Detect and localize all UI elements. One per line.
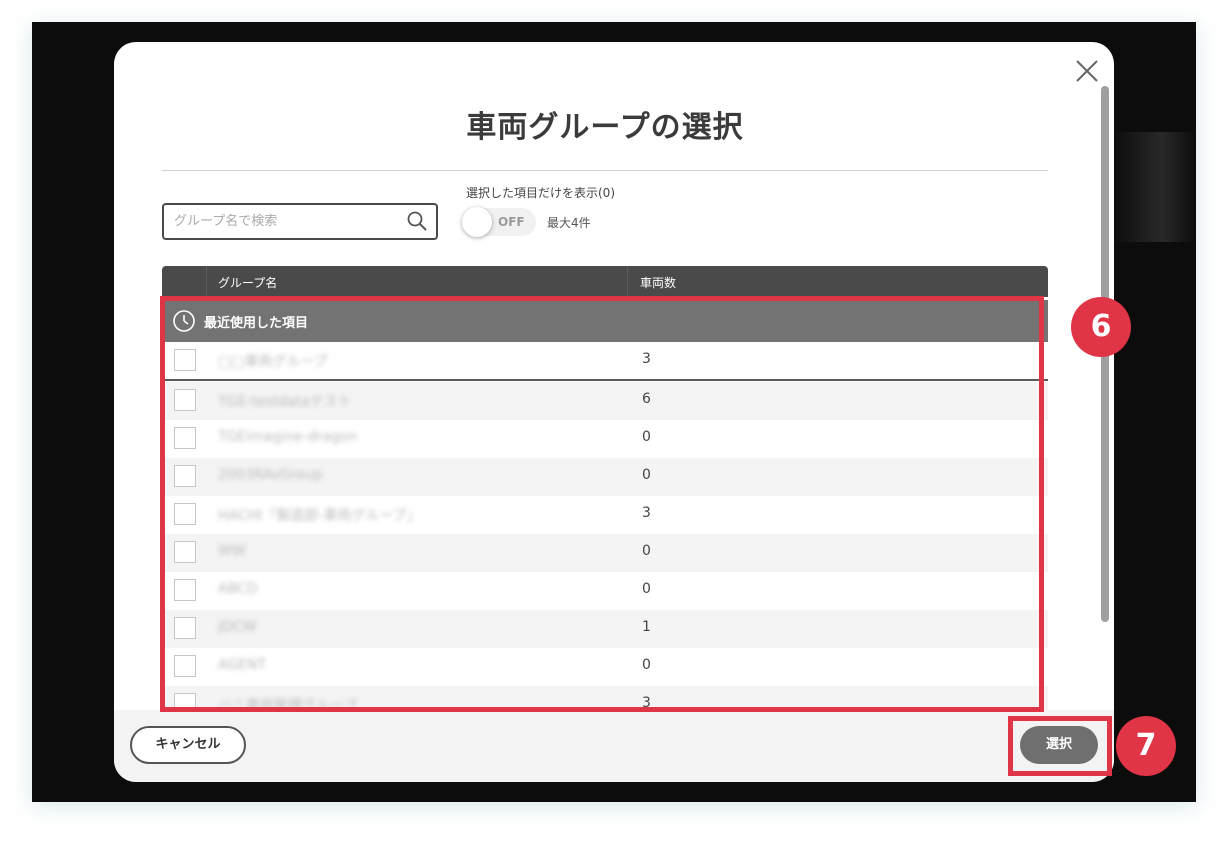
table-header: グループ名 車両数 <box>162 266 1048 297</box>
annotation-highlight-select <box>1008 716 1112 776</box>
title-divider <box>162 170 1048 171</box>
toggle-knob <box>462 207 492 237</box>
column-header-group-name: グループ名 <box>218 276 278 290</box>
search-input[interactable] <box>174 205 400 238</box>
header-separator <box>627 266 628 297</box>
search-box <box>162 203 438 240</box>
selected-only-label: 選択した項目だけを表示(0) <box>466 186 615 200</box>
modal-footer: キャンセル 選択 <box>114 710 1114 782</box>
column-header-vehicle-count: 車両数 <box>640 276 677 290</box>
max-selection-label: 最大4件 <box>547 216 591 230</box>
close-icon[interactable] <box>1072 56 1102 86</box>
annotation-highlight-list <box>160 296 1044 712</box>
annotation-badge-6: 6 <box>1071 297 1131 357</box>
header-separator <box>206 266 207 297</box>
backdrop-blur-area <box>1112 132 1196 242</box>
selected-only-toggle[interactable]: OFF <box>462 207 536 237</box>
annotation-badge-7: 7 <box>1116 716 1176 776</box>
cancel-button[interactable]: キャンセル <box>130 726 246 764</box>
modal-title: 車両グループの選択 <box>466 110 744 145</box>
search-icon[interactable] <box>406 210 428 232</box>
toggle-state-text: OFF <box>498 215 525 229</box>
